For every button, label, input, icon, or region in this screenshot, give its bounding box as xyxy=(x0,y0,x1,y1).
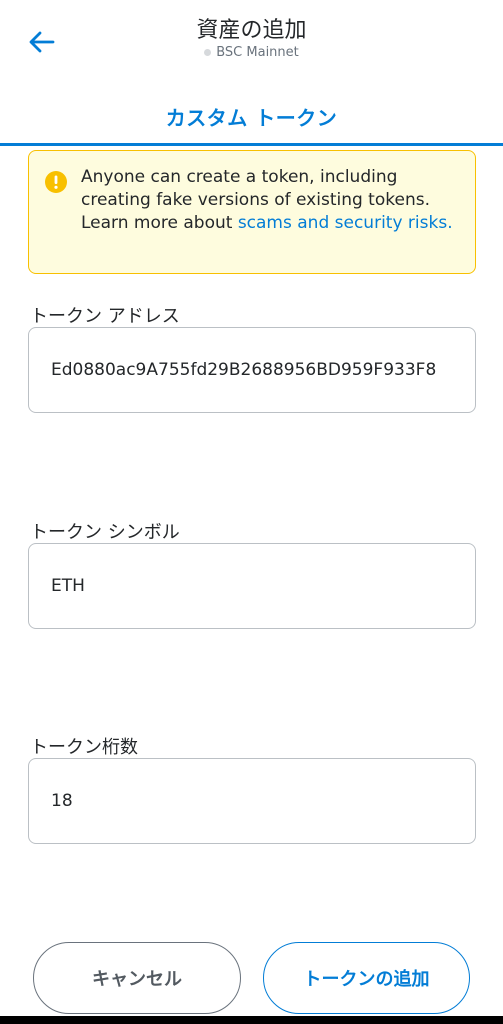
header: 資産の追加 BSC Mainnet xyxy=(0,0,503,80)
token-symbol-label: トークン シンボル xyxy=(30,522,180,543)
network-indicator: BSC Mainnet xyxy=(0,45,503,60)
cancel-button[interactable]: キャンセル xyxy=(33,942,241,1014)
token-symbol-field[interactable] xyxy=(28,543,476,629)
warning-icon xyxy=(45,171,67,193)
tab-custom-token-label: カスタム トークン xyxy=(165,105,338,130)
tab-underline xyxy=(0,143,503,146)
add-token-button[interactable]: トークンの追加 xyxy=(263,942,470,1014)
system-nav-bar xyxy=(0,1016,503,1024)
token-decimals-input[interactable] xyxy=(51,791,453,811)
scams-security-link[interactable]: scams and security risks. xyxy=(238,213,453,233)
tab-custom-token[interactable]: カスタム トークン xyxy=(0,85,503,147)
token-address-field[interactable] xyxy=(28,327,476,413)
token-decimals-field[interactable] xyxy=(28,758,476,844)
page-title: 資産の追加 xyxy=(196,18,307,43)
network-name: BSC Mainnet xyxy=(216,45,299,60)
warning-text: Anyone can create a token, including cre… xyxy=(81,166,461,235)
network-status-dot xyxy=(204,49,212,56)
token-address-label: トークン アドレス xyxy=(30,306,180,327)
token-decimals-label: トークン桁数 xyxy=(30,737,138,758)
warning-banner: Anyone can create a token, including cre… xyxy=(28,150,476,274)
token-address-input[interactable] xyxy=(51,360,453,380)
token-symbol-input[interactable] xyxy=(51,576,453,596)
